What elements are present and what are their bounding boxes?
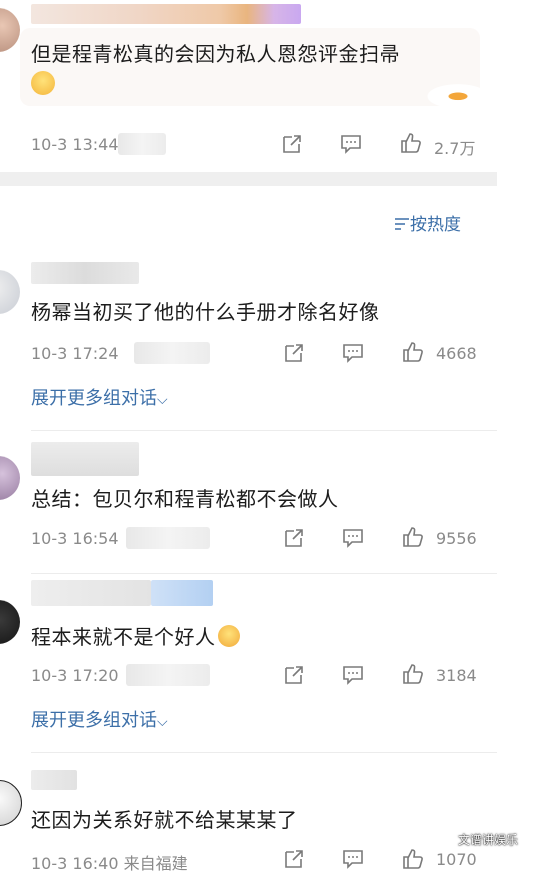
- comment-icon: [343, 344, 363, 363]
- expand-conversation-link[interactable]: 展开更多组对话⌵: [31, 706, 168, 732]
- location-blurred: [134, 342, 210, 364]
- fried-egg-icon: [422, 82, 482, 108]
- location-blurred: [118, 133, 166, 155]
- comment-time: 10-3 13:44: [31, 135, 119, 154]
- thumbs-up-icon: [403, 527, 423, 547]
- reply-button[interactable]: [340, 133, 362, 155]
- like-count: 9556: [436, 529, 477, 548]
- expand-conversation-link[interactable]: 展开更多组对话⌵: [31, 384, 168, 410]
- share-button[interactable]: [283, 664, 305, 686]
- comment-icon: [343, 850, 363, 869]
- username-blurred: [31, 770, 77, 790]
- share-icon: [283, 135, 301, 153]
- comment-time: 10-3 17:24: [31, 344, 119, 363]
- username-blurred: [31, 262, 139, 284]
- avatar[interactable]: [0, 780, 22, 826]
- comment-text: 还因为关系好就不给某某某了: [31, 808, 298, 832]
- divider: [31, 752, 497, 753]
- like-count: 3184: [436, 666, 477, 685]
- comment-time: 10-3 17:20: [31, 666, 119, 685]
- comment-text: 但是程青松真的会因为私人恩怨评金扫帚: [31, 42, 400, 66]
- share-icon: [285, 344, 303, 362]
- sort-lines-icon: [395, 218, 409, 230]
- comment-time: 10-3 16:54: [31, 529, 119, 548]
- badge-blurred: [151, 580, 213, 606]
- avatar[interactable]: [0, 600, 20, 644]
- username-blurred: [31, 580, 151, 606]
- share-button[interactable]: [283, 527, 305, 549]
- drooling-emoji-icon: [217, 625, 240, 647]
- thumbs-up-icon: [403, 342, 423, 362]
- reply-button[interactable]: [342, 342, 364, 364]
- comment-icon: [341, 135, 361, 154]
- avatar[interactable]: [0, 8, 20, 52]
- divider: [31, 430, 497, 431]
- like-count: 4668: [436, 344, 477, 363]
- share-icon: [285, 666, 303, 684]
- avatar[interactable]: [0, 270, 20, 314]
- thumbs-up-icon: [403, 849, 423, 869]
- like-count: 1070: [436, 850, 477, 869]
- comment-icon: [343, 666, 363, 685]
- sort-label: 按热度: [410, 215, 461, 235]
- comment-text: 程本来就不是个好人: [31, 621, 240, 650]
- comment-text: 杨幂当初买了他的什么手册才除名好像: [31, 300, 380, 324]
- sort-by-hot-button[interactable]: 按热度: [394, 210, 461, 235]
- username-blurred: [31, 4, 301, 24]
- divider: [31, 573, 497, 574]
- chevron-down-icon: ⌵: [157, 392, 168, 408]
- comment-text: 总结：包贝尔和程青松都不会做人: [31, 487, 339, 511]
- like-button[interactable]: [402, 663, 424, 685]
- username-blurred: [31, 442, 139, 476]
- watermark: 文谱讲娱乐: [458, 833, 519, 847]
- like-count: 2.7万: [434, 139, 476, 158]
- reply-button[interactable]: [342, 664, 364, 686]
- like-button[interactable]: [402, 526, 424, 548]
- location-blurred: [126, 527, 210, 549]
- chevron-down-icon: ⌵: [157, 714, 168, 730]
- section-separator: [0, 172, 497, 186]
- share-button[interactable]: [283, 342, 305, 364]
- thumbs-up-icon: [401, 133, 421, 153]
- smile-emoji-icon: [31, 71, 55, 95]
- expand-label: 展开更多组对话: [31, 388, 157, 409]
- thumbs-up-icon: [403, 664, 423, 684]
- expand-label: 展开更多组对话: [31, 710, 157, 731]
- comment-icon: [343, 529, 363, 548]
- share-icon: [285, 850, 303, 868]
- like-button[interactable]: [402, 341, 424, 363]
- share-button[interactable]: [281, 133, 303, 155]
- reply-button[interactable]: [342, 527, 364, 549]
- avatar[interactable]: [0, 456, 20, 500]
- like-button[interactable]: [402, 848, 424, 870]
- share-button[interactable]: [283, 848, 305, 870]
- location-blurred: [126, 664, 210, 686]
- comment-time: 10-3 16:40 来自福建: [31, 854, 188, 873]
- like-button[interactable]: [400, 132, 422, 154]
- share-icon: [285, 529, 303, 547]
- reply-button[interactable]: [342, 848, 364, 870]
